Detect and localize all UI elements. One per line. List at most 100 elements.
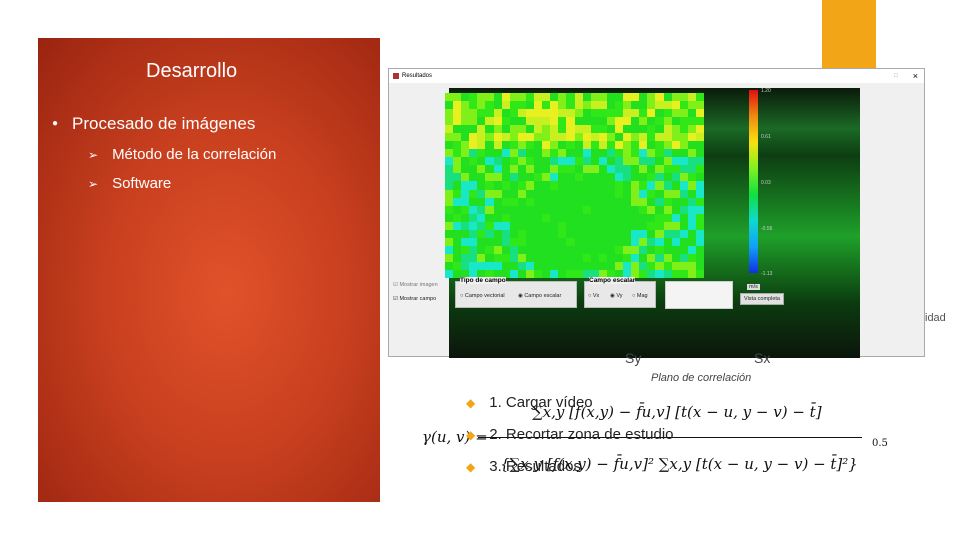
diamond-icon: ◆: [466, 396, 476, 410]
heatmap-cell: [671, 173, 680, 182]
heatmap-cell: [598, 109, 607, 118]
heatmap-cell: [525, 205, 535, 214]
arrow-icon: ➢: [88, 148, 99, 162]
heatmap-cell: [550, 109, 559, 118]
radio-vector-field[interactable]: ○ Campo vectorial: [460, 293, 505, 299]
heatmap-cell: [631, 229, 640, 238]
heatmap-cell: [647, 261, 656, 270]
show-field-checkbox[interactable]: ☑ Mostrar campo: [393, 296, 436, 302]
heatmap-cell: [566, 141, 575, 150]
heatmap-cell: [663, 141, 672, 150]
heatmap-cell: [525, 253, 535, 262]
step-1: ◆ 1. Cargar vídeo: [466, 394, 593, 411]
heatmap-cell: [517, 213, 526, 222]
heatmap-cell: [695, 117, 704, 126]
heatmap-cell: [550, 141, 559, 150]
heatmap-cell: [590, 205, 599, 214]
heatmap-cell: [558, 173, 567, 182]
heatmap-cell: [695, 109, 704, 118]
heatmap-cell: [606, 205, 615, 214]
heatmap-cell: [453, 133, 462, 142]
heatmap-cell: [590, 213, 599, 222]
heatmap-cell: [647, 173, 656, 182]
heatmap-cell: [623, 125, 632, 134]
heatmap-cell: [598, 93, 607, 102]
heatmap-cell: [525, 173, 535, 182]
heatmap-cell: [542, 165, 551, 174]
heatmap-cell: [469, 109, 478, 118]
radio-vx[interactable]: ○ Vx: [588, 293, 599, 299]
heatmap-cell: [639, 133, 648, 142]
heatmap-cell: [461, 117, 470, 126]
heatmap-cell: [574, 133, 583, 142]
heatmap-cell: [477, 157, 486, 166]
heatmap-cell: [590, 181, 599, 190]
heatmap-cell: [598, 173, 607, 182]
heatmap-cell: [550, 125, 559, 134]
heatmap-cell: [501, 261, 510, 270]
formula-exponent: 0.5: [872, 438, 888, 449]
heatmap-cell: [679, 109, 688, 118]
colorbar-tick: -0.56: [761, 226, 773, 232]
heatmap-cell: [647, 197, 656, 206]
heatmap-cell: [647, 253, 656, 262]
heatmap-cell: [558, 181, 567, 190]
heatmap-cell: [590, 93, 599, 102]
heatmap-cell: [695, 157, 704, 166]
radio-scalar-field[interactable]: ◉ Campo escalar: [518, 293, 561, 299]
heatmap-cell: [542, 189, 551, 198]
heatmap-cell: [631, 93, 640, 102]
heatmap-cell: [606, 221, 615, 230]
radio-vy[interactable]: ◉ Vy: [610, 293, 623, 299]
heatmap-cell: [453, 125, 462, 134]
sy-label: Sy: [625, 350, 642, 366]
radio-mag[interactable]: ○ Mag: [632, 293, 648, 299]
heatmap-cell: [534, 189, 543, 198]
heatmap-cell: [566, 261, 575, 270]
heatmap-cell: [582, 117, 591, 126]
close-button[interactable]: ×: [913, 71, 918, 81]
heatmap-cell: [614, 181, 624, 190]
heatmap-cell: [623, 245, 632, 254]
heatmap-cell: [550, 173, 559, 182]
heatmap-cell: [582, 125, 591, 134]
heatmap-cell: [687, 117, 696, 126]
heatmap-cell: [671, 117, 680, 126]
heatmap-cell: [542, 197, 551, 206]
heatmap-cell: [663, 149, 672, 158]
heatmap-cell: [655, 269, 664, 278]
heatmap-cell: [493, 125, 502, 134]
heatmap-cell: [687, 245, 696, 254]
heatmap-cell: [623, 221, 632, 230]
heatmap-cell: [639, 181, 648, 190]
heatmap-cell: [590, 125, 599, 134]
heatmap-cell: [445, 205, 454, 214]
heatmap-cell: [614, 197, 624, 206]
heatmap-cell: [542, 125, 551, 134]
heatmap-cell: [574, 149, 583, 158]
heatmap-cell: [679, 245, 688, 254]
heatmap-cell: [517, 221, 526, 230]
heatmap-cell: [485, 93, 494, 102]
heatmap-cell: [525, 245, 535, 254]
heatmap-cell: [493, 229, 502, 238]
heatmap-cell: [623, 109, 632, 118]
heatmap-cell: [679, 261, 688, 270]
heatmap-cell: [485, 101, 494, 110]
heatmap-cell: [469, 261, 478, 270]
heatmap-cell: [525, 229, 535, 238]
heatmap-cell: [501, 253, 510, 262]
heatmap-cell: [631, 253, 640, 262]
heatmap-cell: [614, 133, 624, 142]
maximize-button[interactable]: □: [894, 73, 898, 79]
heatmap-cell: [453, 205, 462, 214]
heatmap-cell: [525, 269, 535, 278]
heatmap-cell: [445, 157, 454, 166]
heatmap-cell: [631, 197, 640, 206]
heatmap-cell: [614, 189, 624, 198]
heatmap-cell: [493, 157, 502, 166]
show-image-checkbox[interactable]: ☑ Mostrar imagen: [393, 282, 438, 288]
heatmap-cell: [663, 117, 672, 126]
heatmap-cell: [679, 269, 688, 278]
full-view-button[interactable]: Vista completa: [740, 293, 784, 305]
